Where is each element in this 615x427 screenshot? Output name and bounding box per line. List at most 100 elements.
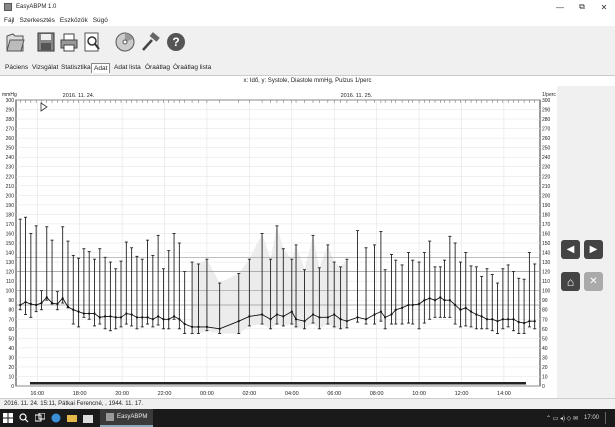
task-view-icon: [35, 413, 45, 422]
title-bar: EasyABPM 1.0 — ⧉ ✕: [0, 0, 615, 14]
menu-file[interactable]: Fájl: [4, 17, 14, 24]
open-folder-button[interactable]: [4, 30, 26, 54]
tab-hourly-average[interactable]: Óraátlag: [143, 63, 172, 73]
cd-icon: [115, 32, 135, 52]
y-tick-label-right: 280: [542, 117, 551, 123]
y-tick-label-right: 250: [542, 146, 551, 152]
disk-tool-button[interactable]: [114, 30, 136, 54]
y-tick-label-left: 210: [6, 184, 15, 190]
y-tick-label-right: 290: [542, 108, 551, 114]
y-axis-label-right: 1/perc: [542, 92, 556, 98]
y-tick-label-right: 50: [542, 336, 548, 342]
y-tick-label-left: 250: [6, 146, 15, 152]
pulse-point: [501, 318, 504, 321]
y-tick-label-left: 290: [6, 108, 15, 114]
menu-tools[interactable]: Eszközök: [60, 17, 88, 24]
y-tick-label-left: 270: [6, 127, 15, 133]
pulse-point: [326, 316, 329, 319]
y-tick-label-right: 220: [542, 174, 551, 180]
clock[interactable]: 17:00: [584, 415, 599, 421]
menu-edit[interactable]: Szerkesztés: [19, 17, 54, 24]
x-tick-label: 14:00: [497, 391, 511, 397]
y-tick-label-right: 240: [542, 155, 551, 161]
y-tick-label-right: 190: [542, 203, 551, 209]
folder-icon: [67, 415, 77, 422]
y-tick-label-right: 110: [542, 279, 550, 285]
tab-data[interactable]: Adat: [91, 63, 111, 73]
tab-patient[interactable]: Páciens: [3, 63, 30, 73]
status-bar: 2016. 11. 24. 15:11, Pátkai Ferencné, , …: [0, 398, 615, 409]
y-tick-label-right: 210: [542, 184, 551, 190]
pulse-point: [443, 299, 446, 302]
y-tick-label-left: 300: [6, 98, 15, 104]
tab-hourly-average-list[interactable]: Óraátlag lista: [171, 63, 213, 73]
tab-examination[interactable]: Vizsgálat: [30, 63, 60, 73]
close-button[interactable]: ✕: [593, 0, 615, 14]
pulse-point: [178, 318, 181, 321]
pulse-point: [104, 315, 107, 318]
y-tick-label-right: 300: [542, 98, 551, 104]
preview-button[interactable]: [81, 30, 103, 54]
pulse-point: [125, 312, 128, 315]
y-tick-label-right: 120: [542, 270, 551, 276]
x-tick-label: 16:00: [30, 391, 44, 397]
menu-bar: Fájl Szerkesztés Eszközök Súgó: [0, 14, 615, 26]
pulse-point: [480, 315, 483, 318]
pulse-point: [311, 313, 315, 316]
tab-statistics[interactable]: Statisztika: [59, 63, 93, 73]
print-button[interactable]: [58, 30, 80, 54]
x-tick-label: 20:00: [115, 391, 129, 397]
floppy-disk-icon: [37, 32, 55, 52]
x-tick-label: 18:00: [73, 391, 87, 397]
pulse-point: [507, 318, 510, 321]
tray-icons[interactable]: ⌃ ▭ ◂) ◇ ✉: [546, 415, 578, 422]
y-tick-label-right: 70: [542, 317, 548, 323]
pulse-point: [345, 320, 349, 323]
pulse-point: [384, 316, 387, 319]
y-tick-label-left: 110: [6, 279, 14, 285]
save-button[interactable]: [35, 30, 57, 54]
edge-button[interactable]: [48, 409, 64, 427]
clear-button[interactable]: ✕: [584, 272, 603, 291]
help-button[interactable]: ?: [165, 30, 187, 54]
show-desktop[interactable]: [605, 412, 611, 424]
menu-help[interactable]: Súgó: [93, 17, 108, 24]
pulse-point: [237, 320, 240, 323]
y-tick-label-right: 200: [542, 193, 551, 199]
pulse-point: [401, 306, 404, 309]
y-tick-label-right: 20: [542, 365, 548, 371]
home-button[interactable]: ⌂: [561, 272, 580, 291]
pulse-point: [439, 296, 442, 299]
y-tick-label-right: 230: [542, 165, 551, 171]
next-button[interactable]: ▶: [584, 240, 603, 259]
maximize-button[interactable]: ⧉: [571, 0, 593, 14]
pulse-point: [77, 310, 80, 313]
minimize-button[interactable]: —: [549, 0, 571, 14]
date-label: 2016. 11. 24.: [63, 93, 95, 99]
tab-data-list[interactable]: Adat lista: [112, 63, 143, 73]
task-view-button[interactable]: [32, 409, 48, 427]
pulse-point: [333, 313, 336, 316]
y-tick-label-right: 180: [542, 212, 551, 218]
y-tick-label-left: 10: [8, 374, 14, 380]
y-tick-label-left: 120: [6, 270, 15, 276]
store-button[interactable]: [80, 409, 96, 427]
y-tick-label-left: 220: [6, 174, 15, 180]
x-tick-label: 08:00: [370, 391, 384, 397]
x-tick-label: 04:00: [285, 391, 299, 397]
prev-button[interactable]: ◀: [561, 240, 580, 259]
search-button[interactable]: [16, 409, 32, 427]
pulse-point: [19, 303, 22, 307]
taskbar-app-easyabpm[interactable]: EasyABPM: [100, 409, 154, 427]
pulse-point: [162, 318, 165, 321]
y-tick-label-right: 130: [542, 260, 551, 266]
pulse-point: [485, 318, 489, 321]
y-tick-label-right: 30: [542, 355, 548, 361]
start-button[interactable]: [0, 409, 16, 427]
toolbar: ? Páciens Vizsgálat Statisztika Adat Ada…: [0, 26, 615, 76]
pulse-point: [190, 325, 194, 328]
pulse-point: [269, 318, 272, 321]
explorer-button[interactable]: [64, 409, 80, 427]
tools-button[interactable]: [140, 30, 162, 54]
y-tick-label-left: 180: [6, 212, 15, 218]
